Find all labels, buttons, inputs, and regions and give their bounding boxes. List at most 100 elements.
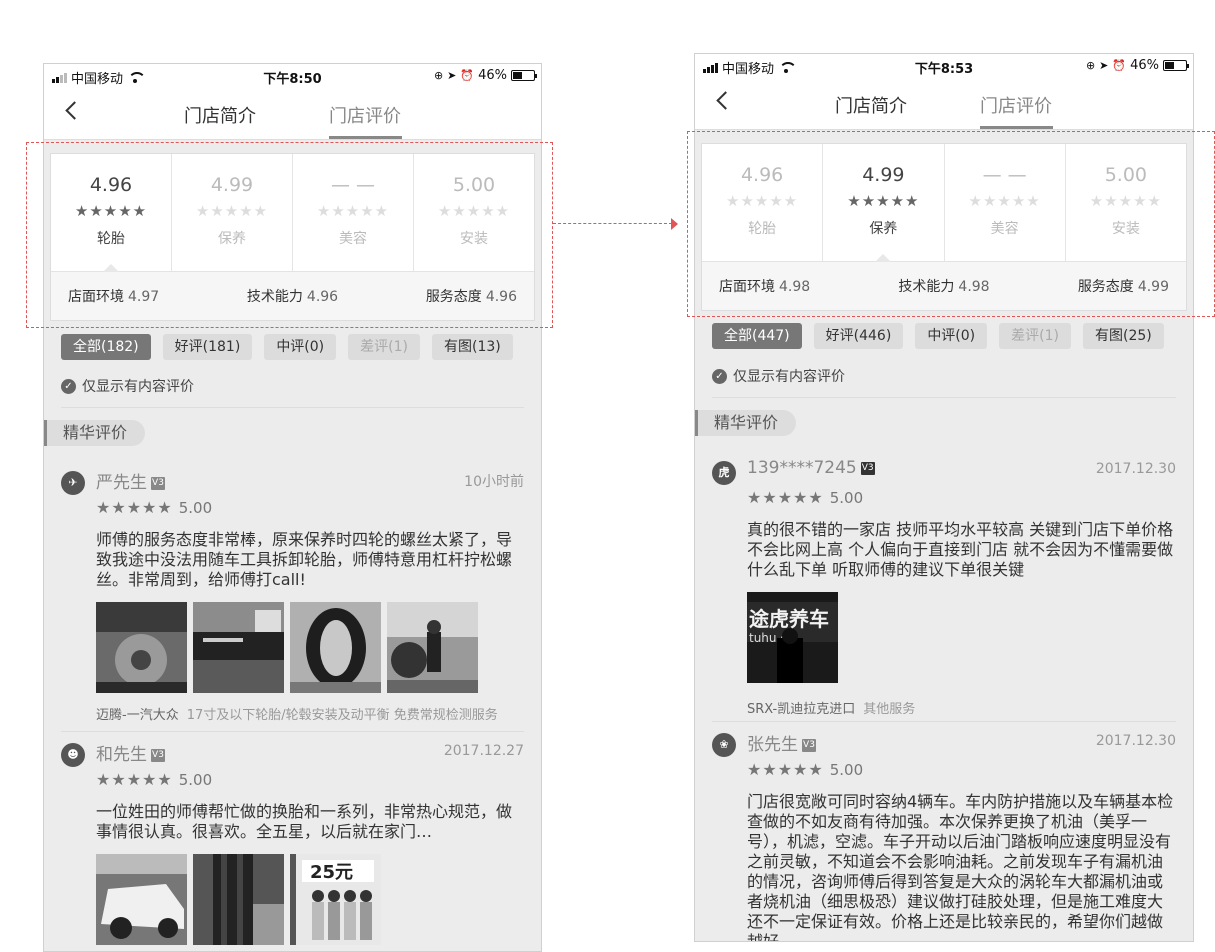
- shop-front-photo[interactable]: [193, 602, 284, 693]
- vip-badge-icon: V3: [802, 738, 816, 752]
- review-score: 5.00: [829, 489, 864, 507]
- brake-disc-photo[interactable]: [96, 602, 187, 693]
- review-item: ☻ 和先生 V3 2017.12.27 ★★★★★ 5.00 一位姓田的师傅帮忙做的…: [61, 740, 524, 951]
- vip-badge-icon: V3: [860, 461, 875, 475]
- review-photos: [96, 602, 478, 693]
- review-date: 2017.12.30: [1095, 461, 1176, 477]
- content-only-toggle[interactable]: ✓ 仅显示有内容评价: [712, 366, 845, 386]
- review-item: 虎 139****7245 V3 2017.12.30 ★★★★★ 5.00 真的很…: [712, 458, 1176, 720]
- tire-photo[interactable]: [290, 602, 381, 693]
- active-tab-underline: [329, 136, 402, 139]
- active-tab-underline: [980, 126, 1053, 129]
- filter-chip-4[interactable]: 有图(25): [1083, 323, 1164, 349]
- tab-store-reviews[interactable]: 门店评价: [329, 102, 401, 128]
- review-text: 一位姓田的师傅帮忙做的换胎和一系列，非常热心规范，做事情很认真。很喜欢。全五星，…: [96, 802, 513, 841]
- review-filters: 全部(447) 好评(446) 中评(0) 差评(1) 有图(25): [712, 323, 1164, 349]
- review-score: 5.00: [178, 771, 213, 789]
- car-model: SRX-凯迪拉克进口: [747, 702, 856, 717]
- review-score: 5.00: [178, 499, 213, 517]
- reviewer-name: 张先生 V3: [747, 735, 816, 755]
- alarm-icon: ⏰: [460, 69, 475, 82]
- rotation-lock-icon: ⊕: [433, 69, 444, 82]
- tab-store-reviews[interactable]: 门店评价: [980, 92, 1052, 118]
- content-only-label: 仅显示有内容评价: [82, 379, 194, 395]
- review-date: 10小时前: [464, 474, 524, 490]
- rotation-lock-icon: ⊕: [1085, 59, 1096, 72]
- filter-chip-0[interactable]: 全部(447): [712, 323, 802, 349]
- alarm-icon: ⏰: [1112, 59, 1127, 72]
- review-text: 师傅的服务态度非常棒，原来保养时四轮的螺丝太紧了，导致我途中没法用随车工具拆卸轮…: [96, 530, 513, 589]
- divider: [61, 407, 524, 408]
- poster-text: 25元: [310, 862, 353, 883]
- review-date: 2017.12.30: [1095, 733, 1176, 749]
- section-title: 精华评价: [695, 410, 797, 436]
- reviewer-name: 和先生 V3: [96, 745, 165, 765]
- back-arrow-icon[interactable]: [716, 91, 735, 110]
- review-text: 门店很宽敞可同时容纳4辆车。车内防护措施以及车辆基本检查做的不如友商有待加强。本…: [747, 792, 1174, 942]
- filter-chip-1[interactable]: 好评(181): [162, 334, 253, 360]
- review-stars: ★★★★★ 5.00: [747, 488, 864, 507]
- section-title: 精华评价: [44, 420, 146, 446]
- annotation-arrow-head-icon: [671, 218, 678, 230]
- service-items: 17寸及以下轮胎/轮毂安装及动平衡 免费常规检测服务: [186, 708, 498, 723]
- avatar[interactable]: ❀: [712, 733, 736, 757]
- review-meta: 迈腾-一汽大众 17寸及以下轮胎/轮毂安装及动平衡 免费常规检测服务: [96, 704, 498, 723]
- review-score: 5.00: [829, 761, 864, 779]
- status-bar: 中国移动 下午8:53 ⊕ ➤ ⏰ 46%: [695, 54, 1193, 78]
- location-icon: ➤: [1099, 59, 1109, 72]
- review-stars: ★★★★★ 5.00: [96, 498, 213, 517]
- review-item: ❀ 张先生 V3 2017.12.30 ★★★★★ 5.00 门店很宽敞可同时容纳4…: [712, 730, 1176, 942]
- avatar[interactable]: ☻: [61, 743, 85, 767]
- nav-bar: 门店简介 门店评价: [695, 78, 1193, 130]
- filter-chip-1[interactable]: 好评(446): [813, 323, 904, 349]
- highlight-box-left: [26, 142, 553, 328]
- divider: [61, 731, 524, 732]
- content-only-toggle[interactable]: ✓ 仅显示有内容评价: [61, 376, 194, 396]
- review-filters: 全部(182) 好评(181) 中评(0) 差评(1) 有图(13): [61, 334, 513, 360]
- filter-chip-3[interactable]: 差评(1): [999, 323, 1071, 349]
- review-item: ✈ 严先生 V3 10小时前 ★★★★★ 5.00 师傅的服务态度非常棒，原来保养时…: [61, 468, 524, 728]
- poster-photo[interactable]: 25元: [290, 854, 381, 945]
- divider: [712, 721, 1176, 722]
- vip-badge-icon: V3: [151, 476, 165, 490]
- battery-icon: [1163, 60, 1189, 71]
- review-date: 2017.12.27: [443, 743, 524, 759]
- avatar[interactable]: ✈: [61, 471, 85, 495]
- back-arrow-icon[interactable]: [65, 101, 84, 120]
- tab-store-intro[interactable]: 门店简介: [835, 92, 907, 118]
- checkmark-icon: ✓: [712, 368, 727, 384]
- review-photos: 途虎养车 tuhu.c: [747, 592, 838, 683]
- review-photos: 25元: [96, 854, 381, 945]
- white-car-photo[interactable]: [96, 854, 187, 945]
- filter-chip-0[interactable]: 全部(182): [61, 334, 151, 360]
- filter-chip-2[interactable]: 中评(0): [915, 323, 988, 349]
- store-sign-photo[interactable]: 途虎养车 tuhu.c: [747, 592, 838, 683]
- battery-icon: [511, 70, 537, 81]
- status-bar: 中国移动 下午8:50 ⊕ ➤ ⏰ 46%: [44, 64, 541, 88]
- filter-chip-3[interactable]: 差评(1): [348, 334, 420, 360]
- highlight-box-right: [687, 131, 1215, 317]
- battery-percent: 46%: [1130, 58, 1159, 73]
- service-items: 其他服务: [863, 702, 916, 717]
- nav-bar: 门店简介 门店评价: [44, 88, 541, 140]
- review-stars: ★★★★★ 5.00: [96, 770, 213, 789]
- car-model: 迈腾-一汽大众: [96, 708, 179, 723]
- vip-badge-icon: V3: [151, 748, 165, 762]
- sign-text: 途虎养车: [749, 607, 829, 631]
- annotation-arrow-line: [553, 223, 672, 224]
- location-icon: ➤: [447, 69, 457, 82]
- content-only-label: 仅显示有内容评价: [733, 369, 845, 385]
- reviewer-name: 139****7245 V3: [747, 458, 875, 478]
- divider: [712, 397, 1176, 398]
- filter-chip-2[interactable]: 中评(0): [264, 334, 337, 360]
- battery-percent: 46%: [478, 68, 507, 83]
- review-meta: SRX-凯迪拉克进口 其他服务: [747, 698, 915, 717]
- wheel-photo[interactable]: [193, 854, 284, 945]
- review-stars: ★★★★★ 5.00: [747, 760, 864, 779]
- filter-chip-4[interactable]: 有图(13): [432, 334, 513, 360]
- mechanic-photo[interactable]: [387, 602, 478, 693]
- avatar[interactable]: 虎: [712, 461, 736, 485]
- reviewer-name: 严先生 V3: [96, 473, 165, 493]
- tab-store-intro[interactable]: 门店简介: [184, 102, 256, 128]
- checkmark-icon: ✓: [61, 378, 76, 394]
